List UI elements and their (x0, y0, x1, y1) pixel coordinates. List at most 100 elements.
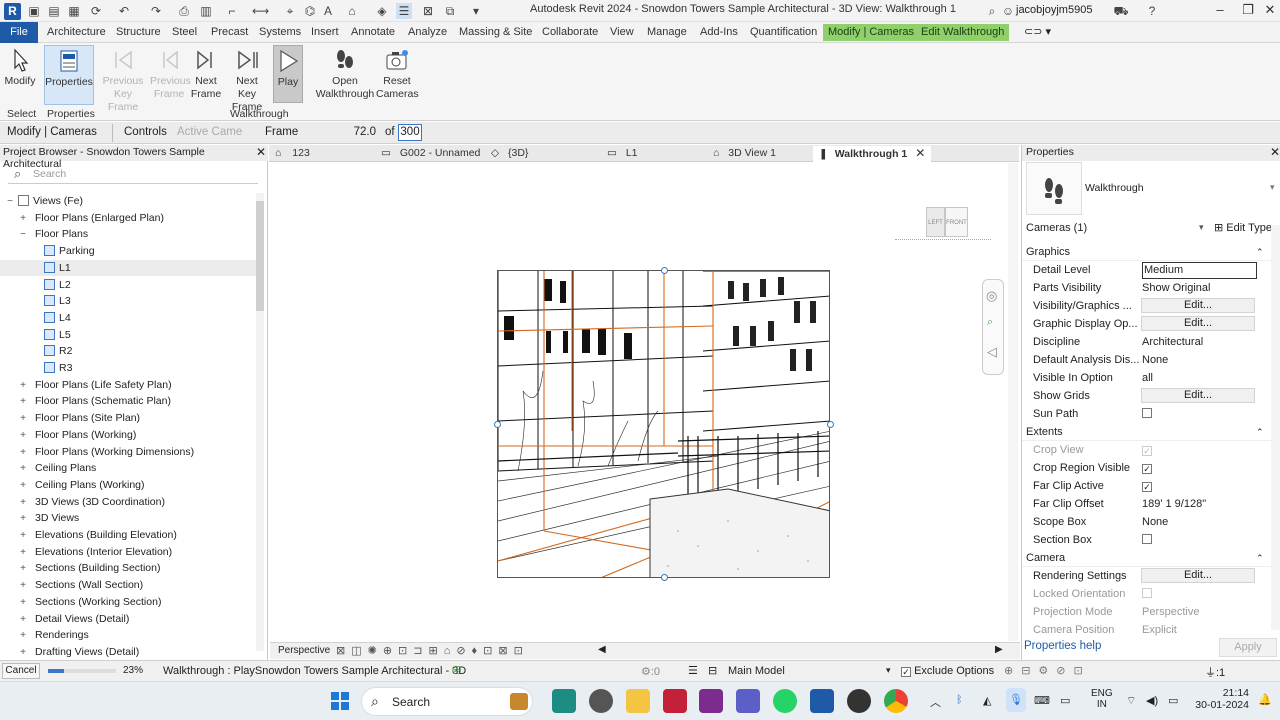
properties-help-link[interactable]: Properties help (1024, 640, 1101, 652)
expand-icon[interactable]: + (18, 561, 28, 577)
tab-collaborate[interactable]: Collaborate (542, 26, 598, 38)
tree-item[interactable]: + Floor Plans (Schematic Plan) (0, 393, 256, 409)
previous-frame-button[interactable]: Previous Frame (150, 45, 191, 105)
thin-lines-icon[interactable]: ☰ (396, 3, 412, 19)
frame-input[interactable]: 72.0 (330, 126, 376, 138)
model-select[interactable]: Main Model (728, 665, 785, 677)
expand-icon[interactable]: + (18, 211, 28, 227)
project-browser-search-input[interactable]: ⌕ Search (8, 166, 258, 184)
tab-structure[interactable]: Structure (116, 26, 161, 38)
tab-analyze[interactable]: Analyze (408, 26, 447, 38)
tree-item[interactable]: + Drafting Views (Detail) (0, 644, 256, 660)
whatsapp-icon[interactable] (773, 689, 797, 713)
property-edit-button[interactable]: Edit... (1141, 388, 1255, 403)
notification-icon[interactable]: 🔔 (1258, 693, 1272, 706)
measure-icon[interactable]: ⌐ (224, 3, 240, 19)
expand-icon[interactable]: + (18, 595, 28, 611)
wifi-icon[interactable]: ⌔ (1126, 694, 1136, 708)
tree-item[interactable]: + Elevations (Building Elevation) (0, 527, 256, 543)
tree-item[interactable]: + Detail Views (Detail) (0, 611, 256, 627)
tab-edit-walkthrough[interactable]: Edit Walkthrough (916, 24, 1010, 41)
crop-handle-right[interactable] (827, 421, 834, 428)
tab-view[interactable]: View (610, 26, 634, 38)
clock[interactable]: 21:14 30-01-2024 (1193, 687, 1249, 711)
redo-icon[interactable]: ↷ (148, 3, 164, 19)
tab-add-ins[interactable]: Add-Ins (700, 26, 738, 38)
tray-chevron-icon[interactable]: ︿ (930, 694, 941, 710)
expand-icon[interactable]: + (18, 528, 28, 544)
battery-icon[interactable]: ▭ (1168, 694, 1178, 707)
spot-icon[interactable]: ⌖ (282, 3, 298, 19)
app-icon-clock[interactable] (589, 689, 613, 713)
tab-annotate[interactable]: Annotate (351, 26, 395, 38)
view-control-icons[interactable]: ⊠◫✺⊕⊡⊐⊞⌂⊘♦⊡⊠⊡ (336, 644, 529, 657)
switch-windows-icon[interactable]: ⧉ (442, 3, 458, 19)
tree-item[interactable]: L2 (0, 277, 256, 293)
play-button[interactable]: Play (273, 45, 303, 103)
folder-icon[interactable]: ▤ (46, 3, 62, 19)
cancel-button[interactable]: Cancel (2, 663, 40, 679)
collapse-icon[interactable]: ⌃ (1256, 243, 1264, 261)
expand-icon[interactable]: + (18, 378, 28, 394)
binoculars-icon[interactable]: ⌕ (984, 3, 1000, 19)
tab-manage[interactable]: Manage (647, 26, 687, 38)
expand-icon[interactable]: + (18, 428, 28, 444)
property-group-graphics[interactable]: Graphics ⌃ (1022, 243, 1271, 261)
tree-item[interactable]: + Floor Plans (Working Dimensions) (0, 444, 256, 460)
display-icon[interactable]: ▭ (1060, 694, 1070, 707)
tree-item[interactable]: + Floor Plans (Site Plan) (0, 410, 256, 426)
property-value[interactable]: Architectural (1142, 333, 1255, 351)
zoom-icon[interactable]: ⌕ (987, 316, 993, 329)
collapse-icon[interactable]: − (18, 227, 28, 243)
modify-button[interactable]: Modify (3, 45, 37, 105)
tree-item[interactable]: − Floor Plans (0, 226, 256, 242)
tab-systems[interactable]: Systems (259, 26, 301, 38)
chrome-icon[interactable] (884, 689, 908, 713)
property-value[interactable]: Show Original (1142, 279, 1255, 297)
text-icon[interactable]: A (320, 3, 336, 19)
open-icon[interactable]: ▣ (26, 3, 42, 19)
expand-icon[interactable]: + (18, 445, 28, 461)
look-icon[interactable]: ◁ (987, 344, 997, 360)
volume-icon[interactable]: ◀) (1146, 694, 1158, 707)
3d-icon[interactable]: ◈ (374, 3, 390, 19)
apply-button[interactable]: Apply (1219, 638, 1277, 657)
autocad-icon[interactable] (663, 689, 687, 713)
tab-view-3d-view-1[interactable]: ⌂ 3D View 1 (713, 146, 776, 161)
tree-item[interactable]: +3D Views (0, 510, 256, 526)
tab-view-walkthrough-1[interactable]: ❚ Walkthrough 1 ✕ (813, 146, 932, 163)
walkthrough-viewport[interactable] (497, 270, 830, 578)
collapse-icon[interactable]: ⌃ (1256, 423, 1264, 441)
user-name[interactable]: jacobjoyjm5905 (1016, 4, 1092, 16)
tray-app-icon[interactable]: ◭ (983, 694, 991, 707)
tree-item[interactable]: + Renderings (0, 627, 256, 643)
expand-icon[interactable]: + (18, 578, 28, 594)
cart-icon[interactable]: ⛟ (1113, 3, 1129, 19)
property-checkbox[interactable]: ✓ (1142, 482, 1152, 492)
model-icon[interactable]: ⊟ (708, 664, 717, 677)
project-browser-scrollbar[interactable] (256, 193, 264, 651)
filter-icon[interactable]: ⏚:1 (1205, 664, 1225, 680)
edit-type-button[interactable]: ⊞ Edit Type (1214, 221, 1272, 234)
tree-item[interactable]: Parking (0, 243, 256, 259)
close-icon[interactable]: ✕ (256, 145, 266, 159)
tree-item[interactable]: L3 (0, 293, 256, 309)
scroll-right-icon[interactable]: ▶ (995, 644, 1003, 655)
panel-label-select[interactable]: Select (7, 108, 36, 120)
tab-precast[interactable]: Precast (211, 26, 248, 38)
close-hidden-icon[interactable]: ⊠ (420, 3, 436, 19)
tree-item[interactable]: + Sections (Building Section) (0, 560, 256, 576)
collapse-icon[interactable]: − (5, 194, 15, 210)
expand-icon[interactable]: + (18, 461, 28, 477)
tree-item[interactable]: + Sections (Working Section) (0, 594, 256, 610)
model-dropdown-icon[interactable]: ▾ (886, 665, 891, 676)
save-icon[interactable]: ▦ (66, 3, 82, 19)
restore-button[interactable]: ❐ (1236, 2, 1260, 18)
tree-item[interactable]: R3 (0, 360, 256, 376)
revit-taskbar-icon[interactable] (810, 689, 834, 713)
undo-icon[interactable]: ↶ (116, 3, 132, 19)
app-icon-calculator[interactable] (552, 689, 576, 713)
scroll-left-icon[interactable]: ◀ (598, 644, 606, 655)
previous-key-frame-button[interactable]: Previous Key Frame (100, 45, 146, 113)
crop-handle-top[interactable] (661, 267, 668, 274)
